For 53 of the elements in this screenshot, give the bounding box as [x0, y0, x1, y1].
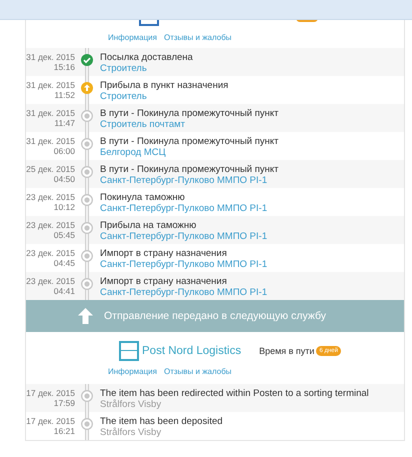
event-date: 23 дек. 2015 [26, 220, 75, 230]
event-status: Прибыла на таможню [100, 220, 198, 231]
location-link[interactable]: Санкт-Петербург-Пулково ММПО PI-1 [100, 259, 404, 270]
service-link[interactable]: Информация [108, 33, 157, 42]
event-status: Импорт в страну назначения [100, 276, 228, 287]
event-date: 31 дек. 2015 [26, 52, 75, 62]
event-status: Покинула таможню [100, 192, 186, 203]
location-link[interactable]: Строитель [100, 63, 404, 74]
event-time: 06:00 [54, 146, 75, 156]
event-date: 17 дек. 2015 [26, 416, 75, 426]
event-status: В пути - Покинула промежуточный пункт [100, 164, 280, 175]
location-link[interactable]: Белгород МСЦ [100, 147, 404, 158]
location-link[interactable]: Санкт-Петербург-Пулково ММПО PI-1 [100, 203, 404, 214]
event-time: 10:12 [54, 202, 75, 212]
event-date: 25 дек. 2015 [26, 164, 75, 174]
carrier-logo [119, 340, 139, 360]
event-time: 04:50 [54, 174, 75, 184]
event-status: В пути - Покинула промежуточный пункт [100, 136, 280, 147]
arrow-up-icon [78, 308, 93, 324]
service-link[interactable]: Отзывы и жалобы [164, 33, 232, 42]
event-time: 04:45 [54, 258, 75, 268]
location-link[interactable]: Строитель почтамт [100, 119, 404, 130]
event-status: The item has been redirected within Posten to a sorting terminal [100, 388, 370, 399]
location-link[interactable]: Строитель [100, 91, 404, 102]
event-time: 05:45 [54, 230, 75, 240]
location-text: Strålfors Visby [100, 399, 162, 410]
service-link[interactable]: Отзывы и жалобы [164, 366, 232, 376]
event-date: 23 дек. 2015 [26, 276, 75, 286]
event-date: 23 дек. 2015 [26, 248, 75, 258]
event-status: Прибыла в пункт назначения [100, 80, 230, 91]
location-link[interactable]: Санкт-Петербург-Пулково ММПО PI-1 [100, 231, 404, 242]
event-time: 11:47 [54, 118, 75, 128]
event-status: Посылка доставлена [100, 52, 194, 63]
transit-label: Время в пути [259, 346, 314, 356]
event-status: Импорт в страну назначения [100, 248, 228, 259]
event-date: 23 дек. 2015 [26, 192, 75, 202]
event-time: 15:16 [54, 62, 75, 72]
service-link[interactable]: Информация [108, 366, 157, 376]
event-time: 04:41 [54, 286, 75, 296]
event-date: 31 дек. 2015 [26, 136, 75, 146]
event-time: 17:59 [54, 398, 75, 408]
location-text: Strålfors Visby [100, 427, 162, 438]
handover-text: Отправление передано в следующую службу [104, 310, 326, 322]
event-status: The item has been deposited [100, 416, 224, 427]
location-link[interactable]: Санкт-Петербург-Пулково ММПО PI-1 [100, 287, 404, 298]
event-status: В пути - Покинула промежуточный пункт [100, 108, 280, 119]
event-time: 16:21 [54, 426, 75, 436]
event-date: 31 дек. 2015 [26, 108, 75, 118]
event-time: 11:52 [54, 90, 75, 100]
event-date: 17 дек. 2015 [26, 388, 75, 398]
location-link[interactable]: Санкт-Петербург-Пулково ММПО PI-1 [100, 175, 404, 186]
service-name[interactable]: Post Nord Logistics [142, 344, 242, 356]
event-date: 31 дек. 2015 [26, 80, 75, 90]
